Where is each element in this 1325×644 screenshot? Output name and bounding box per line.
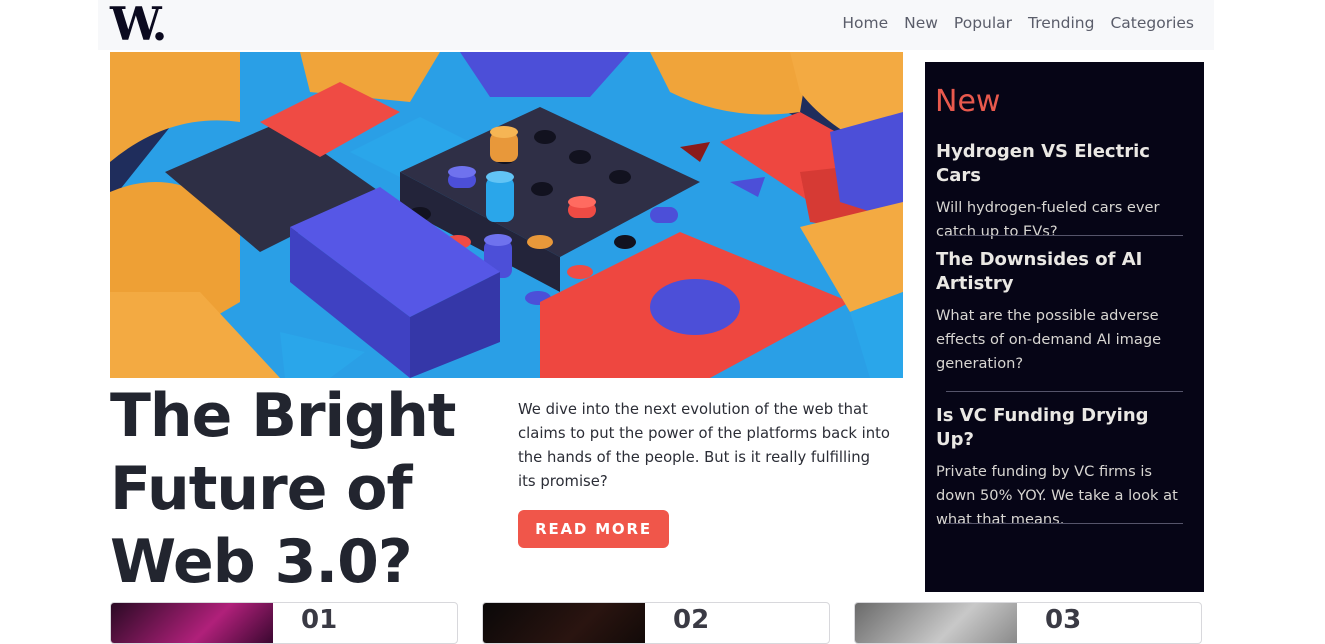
read-more-button[interactable]: READ MORE [518,510,669,548]
nav-home[interactable]: Home [842,14,888,32]
card-number: 02 [673,605,710,635]
card-thumbnail [483,603,645,643]
nav-new[interactable]: New [904,14,938,32]
sidebar-heading: New [935,84,1001,119]
sidebar-divider [946,523,1183,524]
article-card[interactable]: 02 [482,602,830,644]
article-card[interactable]: 03 [854,602,1202,644]
nav-popular[interactable]: Popular [954,14,1012,32]
sidebar-divider [946,391,1183,392]
card-thumbnail [855,603,1017,643]
article-card[interactable]: 01 [110,602,458,644]
sidebar-article-description: What are the possible adverse effects of… [936,307,1162,372]
sidebar-article-ai-artistry[interactable]: The Downsides of AI Artistry What are th… [936,248,1186,376]
sidebar-article-hydrogen[interactable]: Hydrogen VS Electric Cars Will hydrogen-… [936,140,1186,244]
sidebar-article-vc-funding[interactable]: Is VC Funding Drying Up? Private funding… [936,404,1186,532]
hero-image [110,52,903,378]
card-thumbnail [111,603,273,643]
nav-categories[interactable]: Categories [1110,14,1194,32]
hero-description: We dive into the next evolution of the w… [518,401,890,490]
sidebar-article-description: Private funding by VC firms is down 50% … [936,463,1178,528]
nav-trending[interactable]: Trending [1028,14,1094,32]
sidebar-article-title[interactable]: Hydrogen VS Electric Cars [936,140,1186,188]
sidebar-divider [946,235,1183,236]
sidebar-article-description: Will hydrogen-fueled cars ever catch up … [936,199,1160,240]
sidebar-article-title[interactable]: Is VC Funding Drying Up? [936,404,1186,452]
sidebar-article-title[interactable]: The Downsides of AI Artistry [936,248,1186,296]
card-number: 01 [301,605,338,635]
card-number: 03 [1045,605,1082,635]
site-logo[interactable]: W. [110,0,167,48]
site-header: W. Home New Popular Trending Categories [98,0,1214,50]
hero-title: The Bright Future of Web 3.0? [110,381,456,597]
main-nav: Home New Popular Trending Categories [842,14,1194,32]
new-articles-sidebar: New Hydrogen VS Electric Cars Will hydro… [925,62,1204,592]
